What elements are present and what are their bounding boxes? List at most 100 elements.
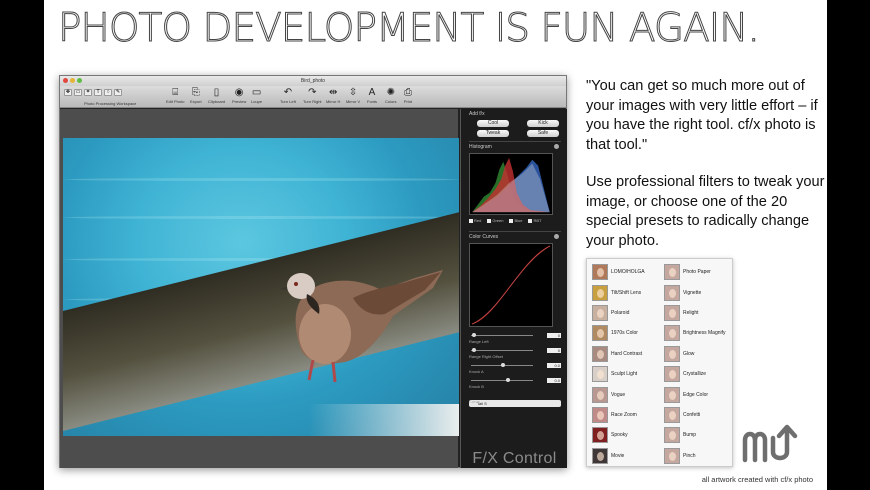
slider-label: Knock B (469, 384, 484, 389)
toolbar-mirror-h-button[interactable]: ⇹ Mirror H (326, 87, 340, 105)
headline: PHOTO DEVELOPMENT IS FUN AGAIN. (58, 6, 761, 52)
curve-slider[interactable]: Range Right Offset 0 (469, 345, 561, 359)
slider-value-field[interactable]: 0 (547, 348, 561, 353)
photo-canvas[interactable] (60, 109, 459, 468)
window-titlebar[interactable]: Bird_photo (60, 76, 566, 86)
curves-gear-icon[interactable] (554, 234, 559, 239)
macupdate-logo-icon (742, 424, 798, 463)
preset-item[interactable]: 1970s Color (592, 323, 665, 343)
select-tool-icon[interactable]: ▭ (74, 89, 82, 96)
toolbar: ✥ ▭ ⌗ T ○ ✎ Photo Processing Workspace ⌸… (60, 86, 566, 108)
preset-item[interactable]: Movie (592, 446, 665, 466)
preset-item[interactable]: Confetti (664, 405, 737, 425)
preset-item[interactable]: Edge Color (664, 384, 737, 404)
toolbar-fonts-button[interactable]: A Fonts (367, 88, 377, 105)
toolbar-mirror-v-button[interactable]: ⇳ Mirror V (346, 87, 360, 105)
preset-item[interactable]: Tilt/Shift Lens (592, 282, 665, 302)
toolbar-colors-button[interactable]: ✺ Colors (385, 88, 397, 105)
preset-item[interactable]: LOMO/HOLGA (592, 262, 665, 282)
preset-name: Glow (683, 350, 695, 357)
histogram-gear-icon[interactable] (554, 144, 559, 149)
preset-name: Race Zoom (611, 411, 637, 418)
fx-cool-button[interactable]: Cool (477, 120, 509, 127)
app-window: Bird_photo ✥ ▭ ⌗ T ○ ✎ Photo Processing … (59, 75, 567, 468)
workspace-segmented-control[interactable]: ✥ ▭ ⌗ T ○ ✎ (64, 89, 122, 96)
preset-item[interactable]: Brightness Magnify (664, 323, 737, 343)
curve-slider[interactable]: Knock A 0.0 (469, 360, 561, 374)
curve-slider[interactable]: Range Left 0 (469, 330, 561, 344)
preset-item[interactable]: Crystallize (664, 364, 737, 384)
slider-track[interactable] (471, 380, 533, 381)
close-window-icon[interactable] (63, 78, 68, 83)
channel-green-checkbox[interactable]: Green (487, 218, 503, 223)
preset-item[interactable]: Pinch (664, 446, 737, 466)
slider-value-field[interactable]: 0.0 (547, 378, 561, 383)
histogram-title: Histogram (469, 144, 492, 150)
preset-name: Spooky (611, 432, 628, 439)
preset-item[interactable]: Vignette (664, 282, 737, 302)
slider-track[interactable] (471, 350, 533, 351)
preset-name: Photo Paper (683, 269, 711, 276)
preset-item[interactable]: Photo Paper (664, 262, 737, 282)
slider-knob[interactable] (472, 348, 477, 352)
toolbar-turn-right-button[interactable]: ↷ Turn Right (303, 88, 322, 105)
preset-thumbnail (592, 427, 608, 444)
channel-rbt-checkbox[interactable]: RBT (528, 218, 541, 223)
move-tool-icon[interactable]: ✥ (64, 89, 72, 96)
crop-tool-icon[interactable]: ⌗ (84, 89, 92, 96)
mirror-vertical-icon: ⇳ (348, 87, 358, 98)
zoom-window-icon[interactable] (77, 78, 82, 83)
preset-item[interactable]: Bump (664, 425, 737, 445)
preset-item[interactable]: Race Zoom (592, 405, 665, 425)
toolbar-loupe-button[interactable]: ▭ Loupe (251, 88, 262, 105)
toolbar-edit-photo-button[interactable]: ⌸ Edit Photo (166, 88, 184, 105)
slider-knob[interactable] (472, 333, 477, 337)
fx-kick-button[interactable]: Kick (527, 120, 559, 127)
fx-safe-button[interactable]: Safe (527, 130, 559, 137)
fx-tweak-button[interactable]: Tweak (477, 130, 509, 137)
preset-name: LOMO/HOLGA (611, 269, 645, 276)
mirror-horizontal-icon: ⇹ (329, 87, 338, 98)
curve-slider[interactable]: Knock B 0.0 (469, 375, 561, 389)
bird-photo (63, 138, 459, 436)
presets-list: LOMO/HOLGA Tilt/Shift Lens Polaroid 1970s C… (586, 258, 733, 467)
preset-item[interactable]: Hard Contrast (592, 344, 665, 364)
channel-blue-checkbox[interactable]: Blue (509, 218, 522, 223)
preset-name: Bump (683, 432, 697, 439)
preset-name: Movie (611, 452, 625, 459)
preview-icon: ◉ (234, 87, 244, 98)
preset-item[interactable]: Polaroid (592, 303, 665, 323)
toolbar-turn-left-button[interactable]: ↶ Turn Left (280, 88, 296, 105)
toolbar-export-button[interactable]: ⎘ Export (190, 88, 202, 105)
preset-name: Vignette (683, 289, 702, 296)
shape-tool-icon[interactable]: ○ (104, 89, 112, 96)
slider-knob[interactable] (505, 378, 510, 382)
toolbar-clipboard-button[interactable]: ▯ Clipboard (208, 88, 225, 105)
minimize-window-icon[interactable] (70, 78, 75, 83)
slider-knob[interactable] (501, 363, 505, 367)
slider-value-field[interactable]: 0.0 (547, 363, 561, 368)
curves-graph[interactable] (469, 243, 553, 327)
preset-thumbnail (592, 304, 608, 321)
toolbar-preview-button[interactable]: ◉ Preview (232, 87, 246, 105)
slider-value-field[interactable]: 0 (547, 333, 561, 338)
preset-item[interactable]: Sculpt Light (592, 364, 665, 384)
preset-item[interactable]: Relight (664, 303, 737, 323)
brush-tool-icon[interactable]: ✎ (114, 89, 122, 96)
preset-name: Polaroid (611, 309, 630, 316)
preset-item[interactable]: Spooky (592, 425, 665, 445)
channel-red-checkbox[interactable]: Red (469, 218, 481, 223)
slider-track[interactable] (471, 335, 533, 336)
preset-name: Sculpt Light (611, 371, 638, 378)
preset-item[interactable]: Vogue (592, 384, 665, 404)
preset-name: Crystallize (683, 371, 707, 378)
slider-label: Knock A (469, 369, 484, 374)
preset-thumbnail (664, 366, 680, 383)
preset-item[interactable]: Glow (664, 344, 737, 364)
curve-select[interactable]: Tall S (469, 400, 561, 407)
toolbar-print-button[interactable]: ⎙ Print (403, 88, 413, 105)
dove-illustration (280, 270, 443, 383)
window-title: Bird_photo (300, 78, 326, 84)
text-tool-icon[interactable]: T (94, 89, 102, 96)
color-curves-title: Color Curves (469, 234, 499, 240)
